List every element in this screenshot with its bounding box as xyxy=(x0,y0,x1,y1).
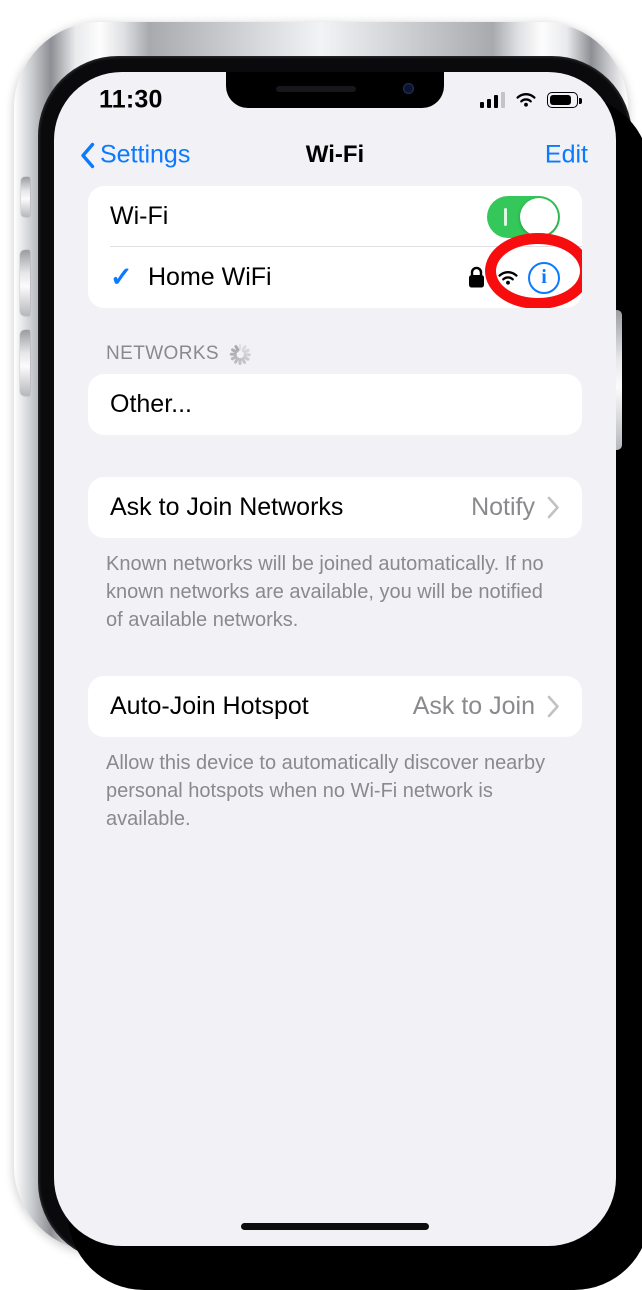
ask-to-join-label: Ask to Join Networks xyxy=(110,493,344,521)
auto-join-hotspot-label: Auto-Join Hotspot xyxy=(110,692,309,720)
cellular-bars-icon xyxy=(479,92,505,108)
earpiece-speaker-icon xyxy=(276,86,356,92)
edit-button[interactable]: Edit xyxy=(545,141,588,170)
chevron-left-icon xyxy=(81,142,95,168)
front-camera-icon xyxy=(403,83,414,94)
ask-to-join-footer: Known networks will be joined automatica… xyxy=(106,553,544,631)
auto-join-hotspot-row[interactable]: Auto-Join Hotspot Ask to Join xyxy=(88,676,582,737)
status-indicators xyxy=(479,91,582,109)
ask-to-join-row[interactable]: Ask to Join Networks Notify xyxy=(88,477,582,538)
auto-join-hotspot-footer: Allow this device to automatically disco… xyxy=(106,752,546,830)
info-circle-icon[interactable]: i xyxy=(528,261,560,294)
home-indicator[interactable] xyxy=(241,1223,429,1230)
page-title: Wi-Fi xyxy=(305,141,365,168)
chevron-right-icon xyxy=(547,496,559,519)
toggle-on-mark-icon xyxy=(504,207,507,226)
chevron-right-icon xyxy=(547,695,559,718)
battery-icon xyxy=(547,92,582,108)
notch xyxy=(226,72,444,108)
ringer-switch-button[interactable] xyxy=(21,177,30,217)
network-name-label: Home WiFi xyxy=(148,263,272,291)
other-network-label: Other... xyxy=(110,390,192,418)
back-button-label: Settings xyxy=(100,140,191,169)
auto-join-hotspot-card: Auto-Join Hotspot Ask to Join xyxy=(88,676,582,737)
wifi-toggle-label: Wi-Fi xyxy=(110,202,169,230)
volume-down-button[interactable] xyxy=(20,330,30,396)
back-button[interactable]: Settings xyxy=(80,141,190,170)
activity-spinner-icon xyxy=(229,343,251,365)
status-time: 11:30 xyxy=(99,85,163,114)
ask-to-join-card: Ask to Join Networks Notify xyxy=(88,477,582,538)
phone-screen: 11:30 Settings Wi-Fi Edit Wi-Fi ✓ Home W… xyxy=(54,72,616,1246)
network-row-home-wifi[interactable]: ✓ Home WiFi i xyxy=(88,247,582,308)
wifi-icon xyxy=(516,93,536,107)
networks-section-header: NETWORKS xyxy=(88,334,582,374)
wifi-toggle-switch[interactable] xyxy=(487,195,560,238)
other-network-card: Other... xyxy=(88,374,582,435)
settings-content: Wi-Fi ✓ Home WiFi i NETWORKS Other... As… xyxy=(54,186,616,1246)
wifi-toggle-row[interactable]: Wi-Fi xyxy=(88,186,582,247)
lock-icon xyxy=(469,266,484,288)
other-network-row[interactable]: Other... xyxy=(88,374,582,435)
wifi-signal-icon xyxy=(498,270,518,285)
toggle-knob xyxy=(520,197,558,236)
checkmark-icon: ✓ xyxy=(110,262,133,292)
networks-header-label: NETWORKS xyxy=(106,343,219,364)
auto-join-hotspot-value: Ask to Join xyxy=(412,692,535,720)
battery-fill xyxy=(549,94,572,106)
wifi-card: Wi-Fi ✓ Home WiFi i xyxy=(88,186,582,308)
volume-up-button[interactable] xyxy=(20,250,30,316)
ask-to-join-value: Notify xyxy=(471,493,535,521)
navigation-bar: Settings Wi-Fi Edit xyxy=(54,124,616,186)
phone-frame: 11:30 Settings Wi-Fi Edit Wi-Fi ✓ Home W… xyxy=(14,22,642,1290)
